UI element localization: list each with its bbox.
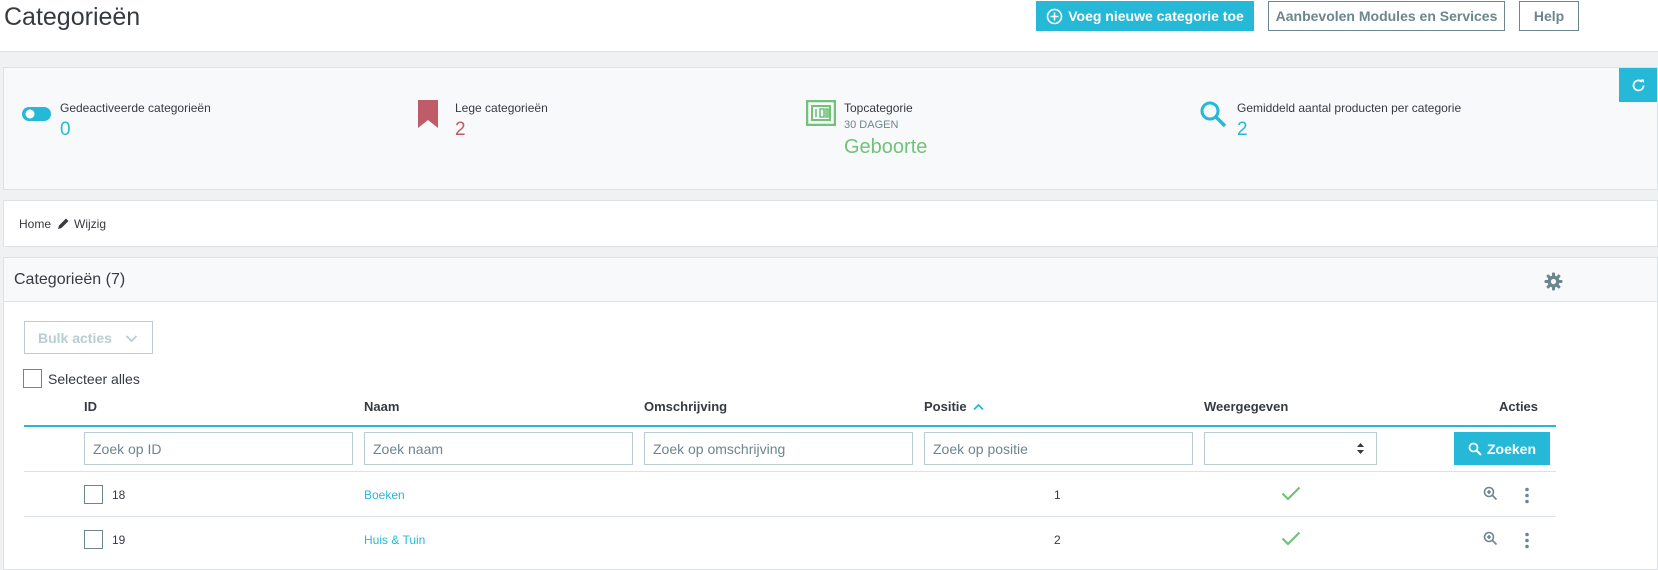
add-category-label: Voeg nieuwe categorie toe: [1068, 8, 1244, 24]
row-checkbox[interactable]: [84, 485, 103, 504]
help-button[interactable]: Help: [1519, 1, 1579, 31]
list-title: Categorieën (7): [14, 271, 126, 288]
column-header-displayed[interactable]: Weergegeven: [1204, 399, 1288, 414]
row-id: 18: [112, 488, 126, 502]
more-vertical-icon[interactable]: [1524, 532, 1530, 549]
bulk-actions-dropdown[interactable]: Bulk acties: [24, 321, 153, 354]
search-icon: [1200, 101, 1227, 128]
kpi-panel: Gedeactiveerde categorieën 0 Lege catego…: [3, 67, 1658, 190]
column-header-actions: Acties: [1499, 399, 1539, 414]
row-position: 2: [1054, 533, 1061, 547]
kpi-label: Topcategorie: [844, 101, 913, 115]
plus-circle-icon: [1046, 8, 1063, 24]
bulk-actions-label: Bulk acties: [38, 329, 112, 346]
page-header: Categorieën Voeg nieuwe categorie toe Aa…: [0, 0, 1658, 52]
filter-description-input[interactable]: [644, 432, 913, 465]
refresh-icon: [1632, 79, 1644, 91]
kpi-label: Gemiddeld aantal producten per categorie: [1237, 101, 1462, 115]
zoom-icon[interactable]: [1483, 486, 1498, 501]
column-header-id[interactable]: ID: [84, 399, 97, 414]
pencil-icon: [58, 218, 69, 229]
check-icon[interactable]: [1281, 531, 1301, 546]
chevron-down-icon: [125, 335, 138, 343]
filter-id-input[interactable]: [84, 432, 353, 465]
search-icon: [1468, 442, 1482, 456]
refresh-button[interactable]: [1619, 68, 1657, 102]
column-header-description[interactable]: Omschrijving: [644, 399, 727, 414]
filter-name-input[interactable]: [364, 432, 633, 465]
kpi-label: Gedeactiveerde categorieën: [60, 101, 211, 115]
row-checkbox[interactable]: [84, 530, 103, 549]
column-header-name[interactable]: Naam: [364, 399, 399, 414]
kpi-value: Geboorte: [844, 136, 928, 158]
sort-ascending-icon[interactable]: [972, 403, 984, 411]
select-arrows-icon: [1357, 443, 1364, 454]
bookmark-icon: [418, 100, 438, 128]
zoom-icon[interactable]: [1483, 531, 1498, 546]
page-title: Categorieën: [4, 3, 141, 31]
row-position: 1: [1054, 488, 1061, 502]
breadcrumb: Home Wijzig: [3, 200, 1658, 247]
breadcrumb-home[interactable]: Home: [19, 217, 51, 231]
filter-position-input[interactable]: [924, 432, 1193, 465]
kpi-value: 2: [455, 119, 466, 140]
category-list-panel: Categorieën (7) Bulk acties Selecteer al…: [3, 257, 1658, 570]
add-category-button[interactable]: Voeg nieuwe categorie toe: [1036, 1, 1254, 31]
kpi-value: 2: [1237, 119, 1248, 140]
kpi-label: Lege categorieën: [455, 101, 548, 115]
row-divider: [24, 516, 1556, 517]
select-all-label: Selecteer alles: [48, 370, 140, 387]
select-all-checkbox[interactable]: [23, 369, 42, 388]
search-button[interactable]: Zoeken: [1454, 432, 1550, 465]
row-id: 19: [112, 533, 126, 547]
search-button-label: Zoeken: [1486, 440, 1536, 457]
list-header: Categorieën (7): [4, 258, 1657, 302]
recommended-modules-button[interactable]: Aanbevolen Modules en Services: [1268, 1, 1505, 31]
kpi-subtitle: 30 DAGEN: [844, 119, 899, 131]
money-icon: [806, 100, 836, 126]
row-name-link[interactable]: Huis & Tuin: [364, 533, 425, 547]
header-divider: [24, 425, 1556, 427]
row-name-link[interactable]: Boeken: [364, 488, 405, 502]
column-header-position-label: Positie: [924, 399, 967, 414]
more-vertical-icon[interactable]: [1524, 487, 1530, 504]
row-divider: [24, 471, 1556, 472]
check-icon[interactable]: [1281, 486, 1301, 501]
filter-displayed-select[interactable]: [1204, 432, 1377, 465]
breadcrumb-current: Wijzig: [74, 216, 107, 231]
gear-icon[interactable]: [1544, 272, 1563, 291]
column-header-position[interactable]: Positie: [924, 399, 984, 414]
kpi-value: 0: [60, 119, 71, 140]
toggle-icon: [22, 107, 51, 121]
select-all[interactable]: Selecteer alles: [23, 369, 140, 388]
